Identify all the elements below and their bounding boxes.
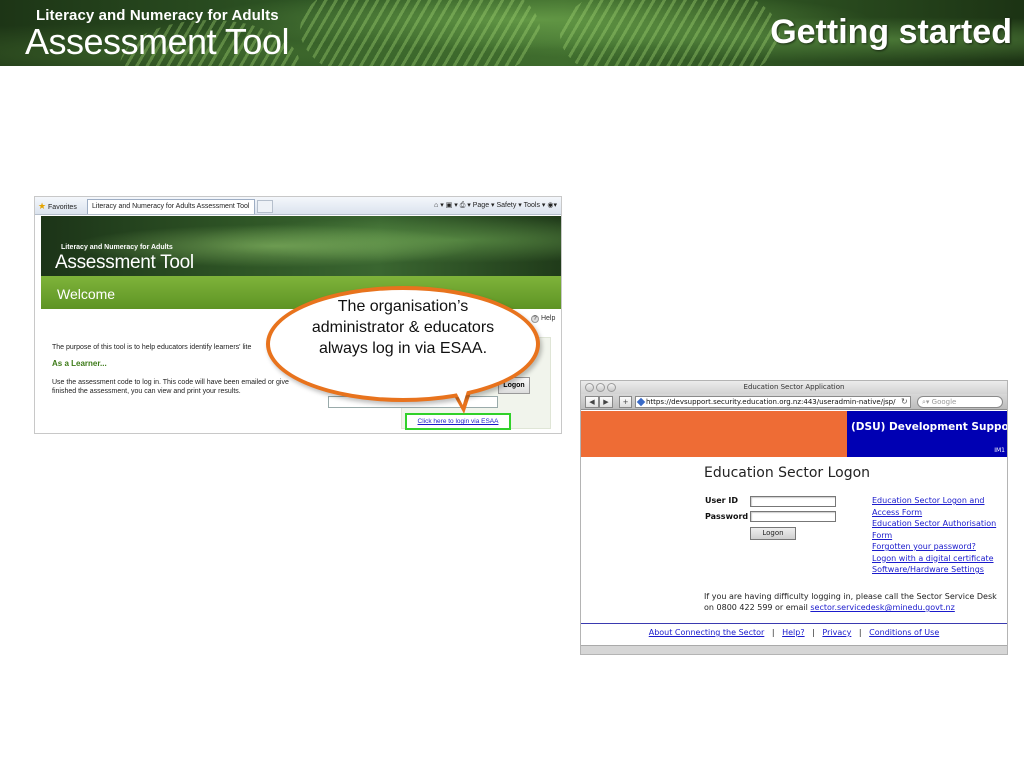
browser-toolbar: ◀ ▶ + https://devsupport.security.educat… xyxy=(581,394,1007,410)
command-menus: Page ▾ Safety ▾ Tools ▾ xyxy=(472,202,546,209)
footer-help-link[interactable]: Help? xyxy=(782,628,804,637)
learner-heading: As a Learner... xyxy=(52,359,107,368)
browser-tab[interactable]: Literacy and Numeracy for Adults Assessm… xyxy=(87,199,255,214)
favorites-star-icon: ★ xyxy=(38,201,47,211)
esaa-login-link[interactable]: Click here to login via ESAA xyxy=(405,413,511,430)
help-icon: ? xyxy=(531,315,539,323)
home-icon: ⌂ ▾ xyxy=(434,202,444,209)
print-icon: ⎙ ▾ xyxy=(459,202,471,209)
window-title: Education Sector Application xyxy=(743,383,845,391)
im-label: IM1 xyxy=(994,447,1005,454)
user-id-field[interactable] xyxy=(750,496,836,507)
feeds-icon: ▣ ▾ xyxy=(445,202,458,209)
link-software-settings[interactable]: Software/Hardware Settings xyxy=(872,564,1002,576)
education-sector-logon-screenshot: Education Sector Application ◀ ▶ + https… xyxy=(580,380,1008,655)
footer-separator: | xyxy=(812,628,815,637)
logon-button[interactable]: Logon xyxy=(750,527,796,540)
browser-command-menus[interactable]: ⌂ ▾ ▣ ▾ ⎙ ▾ Page ▾ Safety ▾ Tools ▾ ◉▾ xyxy=(434,201,557,210)
footer-links: About Connecting the Sector | Help? | Pr… xyxy=(581,628,1007,637)
logon-help-links: Education Sector Logon and Access Form E… xyxy=(872,495,1002,576)
search-placeholder: Google xyxy=(931,398,957,406)
assessment-header-subtitle: Literacy and Numeracy for Adults xyxy=(61,244,173,251)
callout-tail-fill xyxy=(452,383,471,406)
assessment-header-title: Assessment Tool xyxy=(55,252,194,273)
help-label: Help xyxy=(540,315,556,322)
footer-privacy-link[interactable]: Privacy xyxy=(822,628,851,637)
dsu-banner-text: (DSU) Development Support xyxy=(851,421,1008,433)
link-authorisation-form[interactable]: Education Sector Authorisation Form xyxy=(872,518,1002,541)
fern-decoration xyxy=(300,0,540,66)
footer-separator: | xyxy=(771,628,775,637)
link-forgotten-password[interactable]: Forgotten your password? xyxy=(872,541,1002,553)
minimize-window-icon[interactable] xyxy=(596,383,605,392)
callout-text: The organisation’s administrator & educa… xyxy=(311,298,495,357)
link-digital-certificate[interactable]: Logon with a digital certificate xyxy=(872,553,1002,565)
footer-separator: | xyxy=(858,628,862,637)
search-field[interactable]: ⌕▾ Google xyxy=(917,396,1003,408)
user-id-label: User ID xyxy=(705,496,739,505)
help-message: If you are having difficulty logging in,… xyxy=(704,591,1004,613)
orange-banner xyxy=(581,411,847,457)
password-field[interactable] xyxy=(750,511,836,522)
favorites-label: Favorites xyxy=(48,204,77,211)
slide-banner: Literacy and Numeracy for Adults Assessm… xyxy=(0,0,1024,66)
browser-status-bar xyxy=(581,645,1007,654)
assessment-header: Literacy and Numeracy for Adults Assessm… xyxy=(41,216,561,276)
password-label: Password xyxy=(705,512,749,521)
zoom-window-icon[interactable] xyxy=(607,383,616,392)
reload-icon[interactable]: ↻ xyxy=(901,397,908,406)
dsu-banner: (DSU) Development Support IM1 xyxy=(847,411,1007,457)
browser-command-bar: ★ Favorites Literacy and Numeracy for Ad… xyxy=(35,197,561,215)
banner-logo-title: Assessment Tool xyxy=(25,21,289,62)
new-tab-button[interactable] xyxy=(257,200,273,213)
help-link[interactable]: ? Help xyxy=(531,315,555,323)
window-title-bar: Education Sector Application xyxy=(581,381,1007,394)
address-bar[interactable]: https://devsupport.security.education.or… xyxy=(635,396,911,408)
link-logon-access-form[interactable]: Education Sector Logon and Access Form xyxy=(872,495,1002,518)
purpose-text: The purpose of this tool is to help educ… xyxy=(52,344,252,351)
close-window-icon[interactable] xyxy=(585,383,594,392)
address-url: https://devsupport.security.education.or… xyxy=(646,398,896,406)
footer-about-link[interactable]: About Connecting the Sector xyxy=(649,628,765,637)
welcome-title: Welcome xyxy=(57,286,116,302)
fern-decoration xyxy=(560,0,780,66)
favorites-button[interactable]: ★ Favorites xyxy=(38,201,77,212)
footer-conditions-link[interactable]: Conditions of Use xyxy=(869,628,939,637)
forward-arrow-icon[interactable]: ▶ xyxy=(599,396,613,408)
help-menu-icon: ◉▾ xyxy=(547,202,557,209)
service-desk-email-link[interactable]: sector.servicedesk@minedu.govt.nz xyxy=(810,603,954,612)
learner-instructions: Use the assessment code to log in. This … xyxy=(52,379,289,395)
search-icon: ⌕▾ xyxy=(922,398,930,406)
add-bookmark-icon[interactable]: + xyxy=(619,396,632,408)
logon-heading: Education Sector Logon xyxy=(704,465,871,481)
footer-divider xyxy=(581,623,1007,624)
secure-site-icon xyxy=(636,397,646,407)
back-arrow-icon[interactable]: ◀ xyxy=(585,396,599,408)
slide-title: Getting started xyxy=(770,13,1012,51)
tab-title: Literacy and Numeracy for Adults Assessm… xyxy=(92,203,250,210)
